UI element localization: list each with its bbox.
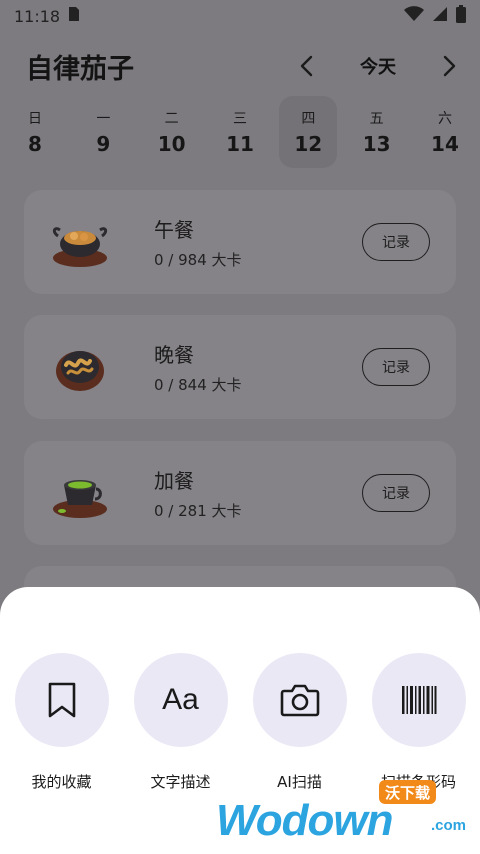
- meal-name: 午餐: [154, 218, 194, 242]
- meal-info: 晚餐 0 / 844 大卡: [154, 339, 242, 395]
- camera-icon: [280, 684, 319, 717]
- meal-calories: 0 / 281 大卡: [154, 502, 242, 520]
- signal-icon: [432, 6, 448, 26]
- date-number: 9: [96, 132, 111, 156]
- meal-card-lunch[interactable]: 午餐 0 / 984 大卡 记录: [24, 190, 456, 294]
- barcode-scan-button[interactable]: [371, 653, 466, 747]
- meal-calories: 0 / 984 大卡: [154, 251, 242, 269]
- weekday-label: 一: [96, 111, 111, 127]
- action-text-description[interactable]: Aa 文字描述: [126, 653, 236, 792]
- meal-name: 加餐: [154, 469, 194, 493]
- meal-card-dinner[interactable]: 晚餐 0 / 844 大卡 记录: [24, 315, 456, 419]
- date-number: 8: [28, 132, 42, 156]
- status-bar: 11:18: [0, 0, 480, 32]
- weekday-label: 六: [437, 111, 452, 127]
- meal-info: 加餐 0 / 281 大卡: [154, 465, 242, 521]
- watermark-suffix: .com: [430, 817, 466, 834]
- chevron-left-icon: [300, 55, 313, 77]
- weekday-label: 三: [232, 111, 247, 127]
- favorites-button[interactable]: [14, 653, 109, 747]
- day-monday[interactable]: 一 9: [74, 96, 132, 168]
- meal-card-snack[interactable]: 加餐 0 / 281 大卡 记录: [24, 441, 456, 545]
- weekday-label: 日: [28, 111, 42, 127]
- wodown-watermark: 沃下载 Wodown .com: [216, 780, 466, 846]
- current-date-label[interactable]: 今天: [360, 53, 396, 79]
- record-lunch-button[interactable]: 记录: [362, 223, 430, 261]
- date-navigator: 今天: [292, 52, 464, 80]
- add-food-actions: 我的收藏 Aa 文字描述 AI扫描: [0, 653, 480, 792]
- record-snack-button[interactable]: 记录: [362, 474, 430, 512]
- action-label: 文字描述: [150, 773, 211, 791]
- app-header: 自律茄子 今天: [26, 46, 466, 86]
- meal-name: 晚餐: [154, 343, 194, 367]
- record-dinner-button[interactable]: 记录: [362, 348, 430, 386]
- watermark-brand: Wodown: [216, 796, 393, 845]
- weekday-label: 二: [164, 111, 179, 127]
- day-wednesday[interactable]: 三 11: [211, 96, 269, 168]
- date-number: 11: [226, 132, 254, 156]
- day-sunday[interactable]: 日 8: [6, 96, 64, 168]
- app-title: 自律茄子: [26, 53, 134, 85]
- day-saturday[interactable]: 六 14: [416, 96, 474, 168]
- date-number: 12: [294, 132, 323, 156]
- sim-card-icon: [68, 6, 80, 26]
- ai-scan-button[interactable]: [252, 653, 347, 747]
- date-number: 13: [362, 132, 391, 156]
- day-tuesday[interactable]: 二 10: [143, 96, 201, 168]
- meal-info: 午餐 0 / 984 大卡: [154, 214, 242, 270]
- day-thursday-selected[interactable]: 四 12: [279, 96, 338, 168]
- snack-cup-icon: [48, 461, 112, 525]
- weekday-label: 五: [369, 111, 384, 127]
- battery-icon: [456, 5, 466, 27]
- wifi-icon: [404, 6, 424, 26]
- action-label: 我的收藏: [31, 773, 92, 791]
- meal-calories: 0 / 844 大卡: [154, 376, 242, 394]
- action-favorites[interactable]: 我的收藏: [7, 653, 117, 792]
- chevron-right-icon: [443, 55, 456, 77]
- day-friday[interactable]: 五 13: [348, 96, 406, 168]
- status-time: 11:18: [14, 6, 61, 26]
- week-strip: 日 8 一 9 二 10 三 11 四 12 五 13 六 14: [6, 96, 474, 170]
- action-barcode-scan[interactable]: 扫描条形码: [364, 653, 474, 792]
- previous-day-button[interactable]: [292, 52, 320, 80]
- date-number: 14: [431, 132, 459, 156]
- bookmark-icon: [48, 682, 75, 718]
- lunch-pot-icon: [48, 210, 112, 274]
- next-day-button[interactable]: [436, 52, 464, 80]
- barcode-icon: [401, 686, 436, 714]
- action-ai-scan[interactable]: AI扫描: [245, 653, 355, 792]
- text-aa-icon: Aa: [162, 683, 199, 716]
- weekday-label: 四: [301, 111, 316, 127]
- text-description-button[interactable]: Aa: [133, 653, 228, 747]
- date-number: 10: [157, 132, 186, 156]
- dinner-dish-icon: [48, 335, 112, 399]
